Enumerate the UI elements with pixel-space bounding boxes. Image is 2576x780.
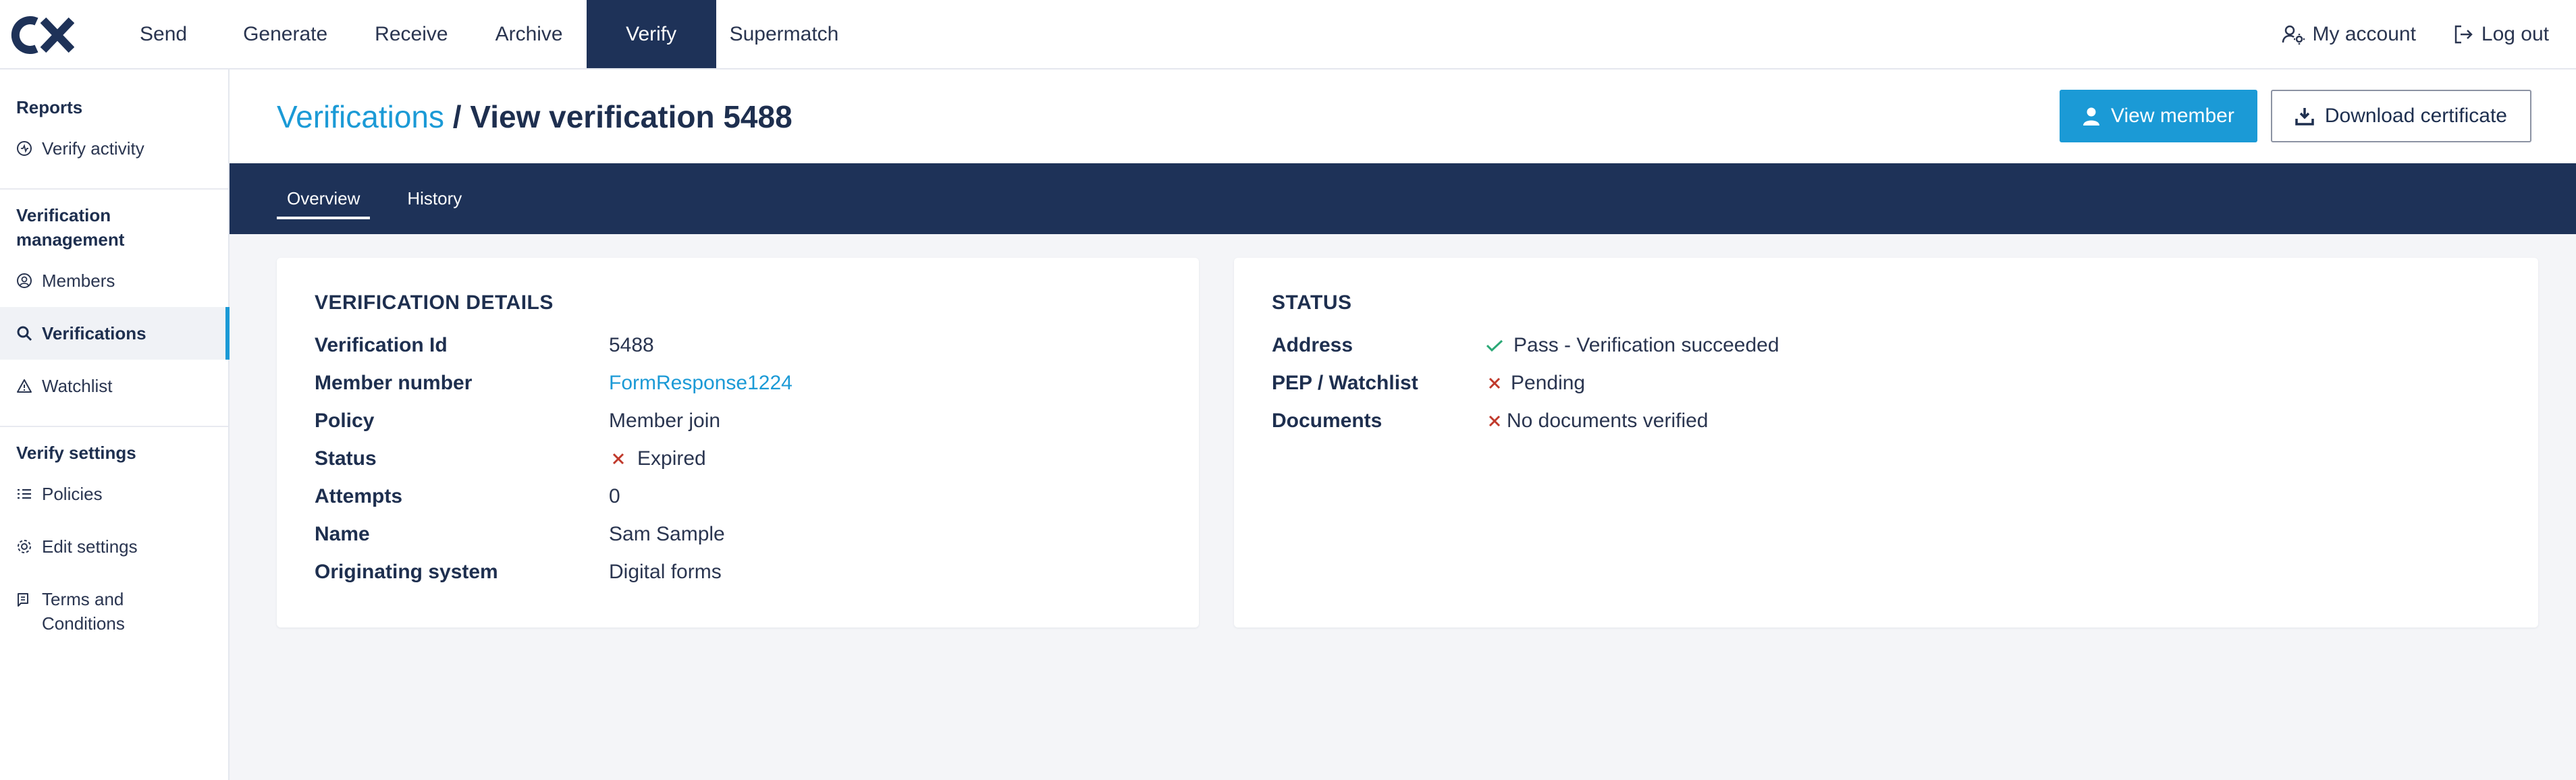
- gear-icon: [16, 534, 32, 559]
- member-number-link[interactable]: FormResponse1224: [609, 372, 793, 395]
- detail-row-policy: Policy Member join: [315, 402, 1161, 440]
- tab-history[interactable]: History: [397, 163, 472, 234]
- sidebar-item-members[interactable]: Members: [0, 254, 228, 307]
- sidebar-item-label: Watchlist: [42, 376, 113, 396]
- search-icon: [16, 321, 32, 345]
- sidebar-heading-reports: Reports: [16, 97, 83, 117]
- detail-label: Member number: [315, 372, 473, 394]
- detail-row-status: Status Expired: [315, 440, 1161, 478]
- download-icon: [2295, 108, 2314, 126]
- detail-row-originating-system: Originating system Digital forms: [315, 553, 1161, 591]
- activity-icon: [16, 136, 32, 161]
- detail-row-member-number: Member number FormResponse1224: [315, 364, 1161, 402]
- warning-icon: [16, 374, 32, 398]
- tab-bar: Overview History: [230, 163, 2576, 234]
- detail-value: Sam Sample: [609, 523, 725, 545]
- download-certificate-button[interactable]: Download certificate: [2270, 90, 2531, 142]
- my-account-label: My account: [2312, 22, 2416, 45]
- view-member-label: View member: [2111, 105, 2234, 127]
- status-label: Documents: [1272, 410, 1383, 432]
- detail-label: Verification Id: [315, 334, 448, 356]
- sidebar-item-edit-settings[interactable]: Edit settings: [0, 520, 228, 573]
- detail-label: Attempts: [315, 485, 403, 507]
- user-circle-icon: [16, 269, 32, 293]
- verification-details-card: VERIFICATION DETAILS Verification Id 548…: [277, 258, 1199, 628]
- log-out-label: Log out: [2481, 22, 2549, 45]
- sidebar-heading-verification-management: Verification management: [16, 205, 125, 250]
- status-row-address: Address Pass - Verification succeeded: [1272, 327, 2500, 364]
- nav-receive[interactable]: Receive: [351, 0, 471, 68]
- status-row-pep-watchlist: PEP / Watchlist Pending: [1272, 364, 2500, 402]
- log-out-link[interactable]: Log out: [2453, 23, 2549, 46]
- detail-row-verification-id: Verification Id 5488: [315, 327, 1161, 364]
- account-nav: My account Log out: [2282, 0, 2576, 68]
- sidebar-item-verify-activity[interactable]: Verify activity: [0, 122, 228, 175]
- sidebar-item-label: Verify activity: [42, 138, 144, 159]
- status-value-expired: Expired: [637, 447, 706, 470]
- nav-generate[interactable]: Generate: [219, 0, 351, 68]
- my-account-link[interactable]: My account: [2282, 23, 2416, 46]
- sidebar-item-verifications[interactable]: Verifications: [0, 307, 230, 360]
- pep-watchlist-status-value: Pending: [1511, 372, 1586, 394]
- sidebar-section-verify-settings: Verify settings Policies Edit settings T…: [0, 427, 228, 663]
- user-icon: [2083, 107, 2100, 126]
- status-label: Address: [1272, 334, 1353, 356]
- user-settings-icon: [2282, 25, 2305, 45]
- address-status-value: Pass - Verification succeeded: [1513, 334, 1779, 356]
- nav-archive[interactable]: Archive: [472, 0, 587, 68]
- top-navigation: Send Generate Receive Archive Verify Sup…: [0, 0, 2576, 69]
- verification-details-title: VERIFICATION DETAILS: [315, 291, 554, 314]
- page-header: Verifications / View verification 5488 V…: [230, 69, 2576, 163]
- documents-status-value: No documents verified: [1507, 410, 1709, 432]
- nav-send[interactable]: Send: [98, 0, 219, 68]
- sidebar-heading-verify-settings: Verify settings: [16, 443, 136, 463]
- nav-supermatch[interactable]: Supermatch: [716, 0, 853, 68]
- detail-label: Originating system: [315, 561, 498, 583]
- detail-value: 5488: [609, 334, 654, 356]
- sidebar-item-label: Terms and Conditions: [42, 589, 125, 634]
- page-title: View verification 5488: [470, 99, 793, 134]
- sidebar-section-reports: Reports Verify activity: [0, 69, 228, 190]
- sidebar-item-policies[interactable]: Policies: [0, 468, 228, 520]
- tab-overview[interactable]: Overview: [277, 163, 371, 234]
- logout-icon: [2454, 25, 2473, 43]
- main-nav: Send Generate Receive Archive Verify Sup…: [98, 0, 852, 68]
- breadcrumb-separator: /: [452, 99, 462, 134]
- download-certificate-label: Download certificate: [2324, 105, 2507, 127]
- breadcrumb: Verifications / View verification 5488: [277, 99, 793, 135]
- sidebar-item-label: Policies: [42, 484, 103, 504]
- view-member-button[interactable]: View member: [2060, 90, 2257, 142]
- check-icon: [1485, 339, 1504, 352]
- sidebar-item-label: Verifications: [42, 323, 146, 343]
- detail-value: Member join: [609, 410, 721, 432]
- sidebar-section-verification-management: Verification management Members Verifica…: [0, 190, 230, 427]
- sidebar: Reports Verify activity Verification man…: [0, 69, 230, 780]
- cross-icon: [609, 452, 628, 466]
- status-title: STATUS: [1272, 291, 1352, 314]
- sidebar-item-label: Members: [42, 271, 115, 291]
- sidebar-item-label: Edit settings: [42, 536, 138, 557]
- cx-logo[interactable]: [0, 0, 98, 69]
- breadcrumb-verifications-link[interactable]: Verifications: [277, 99, 444, 134]
- cross-icon: [1485, 414, 1504, 428]
- logo-mark: [11, 16, 74, 54]
- detail-label: Status: [315, 447, 377, 470]
- detail-row-attempts: Attempts 0: [315, 478, 1161, 516]
- list-icon: [16, 482, 32, 506]
- cross-icon: [1485, 377, 1504, 390]
- sidebar-item-terms-and-conditions[interactable]: Terms and Conditions: [0, 573, 228, 650]
- document-icon: [16, 587, 32, 611]
- status-label: PEP / Watchlist: [1272, 372, 1418, 394]
- detail-value: 0: [609, 485, 620, 507]
- detail-label: Policy: [315, 410, 375, 432]
- nav-verify[interactable]: Verify: [586, 0, 716, 68]
- detail-row-name: Name Sam Sample: [315, 516, 1161, 553]
- detail-label: Name: [315, 523, 370, 545]
- status-card: STATUS Address Pass - Verification succe…: [1234, 258, 2538, 628]
- sidebar-item-watchlist[interactable]: Watchlist: [0, 360, 228, 412]
- header-actions: View member Download certificate: [2060, 90, 2531, 142]
- status-row-documents: Documents No documents verified: [1272, 402, 2500, 440]
- detail-value: Digital forms: [609, 561, 722, 583]
